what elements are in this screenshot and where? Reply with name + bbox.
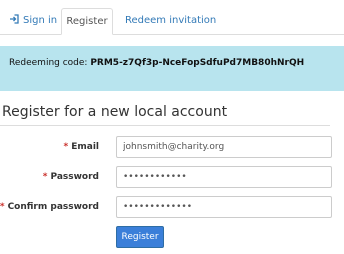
required-marker: * bbox=[63, 142, 69, 152]
required-marker: * bbox=[0, 202, 5, 212]
alert-prefix: Redeeming code: bbox=[9, 58, 91, 68]
email-label-text: Email bbox=[71, 142, 99, 152]
invitation-code: PRM5-z7Qf3p-NceFopSdfuPd7MB80hNrQH bbox=[90, 58, 305, 68]
tab-register[interactable]: Register bbox=[61, 8, 113, 35]
heading-divider bbox=[0, 125, 330, 126]
confirm-password-label-text: Confirm password bbox=[7, 202, 99, 212]
redeeming-code-alert: Redeeming code: PRM5-z7Qf3p-NceFopSdfuPd… bbox=[0, 46, 344, 91]
tab-register-label: Register bbox=[66, 16, 108, 27]
email-row: * Email bbox=[0, 136, 344, 158]
password-label-text: Password bbox=[50, 172, 99, 182]
email-field[interactable] bbox=[116, 136, 332, 158]
required-marker: * bbox=[42, 172, 48, 182]
tab-sign-in[interactable]: Sign in bbox=[0, 8, 66, 35]
password-row: * Password bbox=[0, 166, 344, 188]
password-field[interactable] bbox=[116, 166, 332, 188]
tab-sign-in-label: Sign in bbox=[23, 15, 58, 26]
register-button[interactable]: Register bbox=[116, 226, 164, 248]
tab-redeem-invitation-label: Redeem invitation bbox=[125, 15, 217, 26]
password-label: * Password bbox=[43, 166, 99, 188]
tab-bar: Sign in Register Redeem invitation bbox=[0, 0, 344, 35]
confirm-password-label: * Confirm password bbox=[0, 196, 99, 218]
confirm-password-field[interactable] bbox=[116, 196, 332, 218]
sign-in-icon bbox=[10, 14, 19, 24]
tab-redeem-invitation[interactable]: Redeem invitation bbox=[116, 8, 225, 35]
email-label: * Email bbox=[64, 136, 100, 158]
confirm-password-row: * Confirm password bbox=[0, 196, 344, 218]
register-heading: Register for a new local account bbox=[2, 104, 228, 120]
